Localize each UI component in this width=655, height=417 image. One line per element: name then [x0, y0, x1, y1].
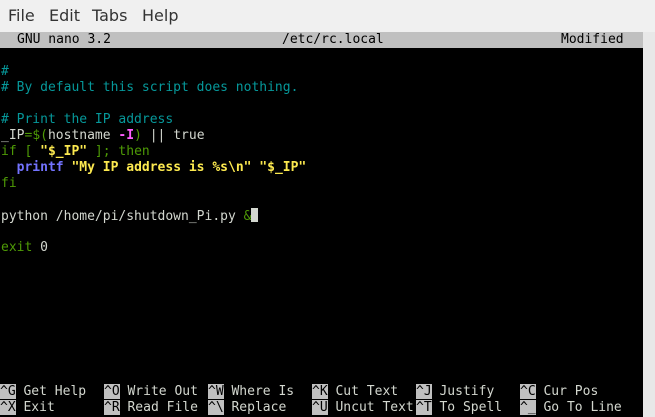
- code-line: fi: [1, 176, 17, 191]
- code-line: # Print the IP address: [1, 112, 174, 127]
- menu-help[interactable]: Help: [142, 6, 178, 25]
- code-line: printf "My IP address is %s\n" "$_IP": [16, 160, 307, 175]
- menu-file[interactable]: File: [8, 6, 35, 25]
- shortcut-go-to-line[interactable]: ^_ Go To Line: [520, 400, 622, 416]
- file-name: /etc/rc.local: [282, 32, 384, 47]
- code-line: if [ "$_IP" ]; then: [1, 144, 150, 159]
- code-line: _IP=$(hostname -I) || true: [1, 128, 205, 143]
- shortcut-cut-text[interactable]: ^K Cut Text: [312, 384, 398, 400]
- shortcut-exit[interactable]: ^X Exit: [0, 400, 55, 416]
- menu-edit[interactable]: Edit: [49, 6, 80, 25]
- nano-title-bar: GNU nano 3.2 /etc/rc.local Modified: [0, 32, 643, 48]
- menu-tabs[interactable]: Tabs: [92, 6, 127, 25]
- shortcut-to-spell[interactable]: ^T To Spell: [416, 400, 502, 416]
- shortcut-where-is[interactable]: ^W Where Is: [208, 384, 294, 400]
- modified-status: Modified: [561, 32, 624, 47]
- shortcut-read-file[interactable]: ^R Read File: [104, 400, 198, 416]
- menu-bar: File Edit Tabs Help: [0, 0, 655, 32]
- shortcut-cur-pos[interactable]: ^C Cur Pos: [520, 384, 598, 400]
- code-line: python /home/pi/shutdown_Pi.py &: [1, 208, 259, 224]
- shortcut-get-help[interactable]: ^G Get Help: [0, 384, 86, 400]
- shortcut-justify[interactable]: ^J Justify: [416, 384, 494, 400]
- terminal-area[interactable]: GNU nano 3.2 /etc/rc.local Modified # # …: [0, 32, 643, 417]
- shortcut-write-out[interactable]: ^O Write Out: [104, 384, 198, 400]
- shortcut-uncut-text[interactable]: ^U Uncut Text: [312, 400, 414, 416]
- shortcut-replace[interactable]: ^\ Replace: [208, 400, 286, 416]
- text-cursor: [251, 208, 259, 222]
- code-line: # By default this script does nothing.: [1, 80, 299, 95]
- code-line: #: [1, 64, 9, 79]
- code-line: exit 0: [1, 240, 48, 255]
- nano-version: GNU nano 3.2: [17, 32, 111, 47]
- scrollbar[interactable]: [643, 32, 655, 417]
